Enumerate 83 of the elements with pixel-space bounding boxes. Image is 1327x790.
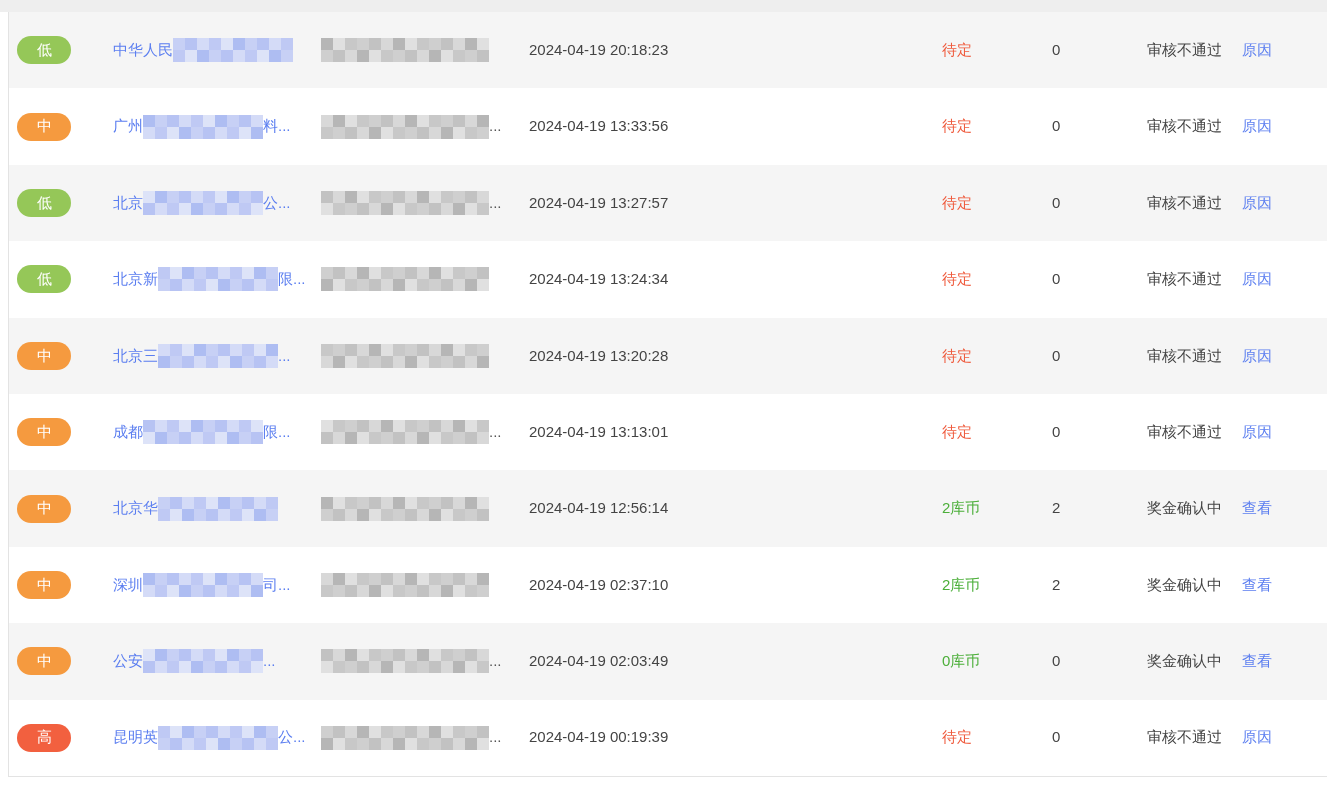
count-text: 2 [1052,575,1061,593]
status-text: 审核不通过 [1147,422,1222,440]
status-text: 审核不通过 [1147,728,1222,746]
count-text: 2 [1052,499,1061,517]
count-text: 0 [1052,422,1061,440]
action-link[interactable]: 查看 [1242,575,1272,593]
priority-badge: 低 [17,36,71,65]
priority-badge: 低 [17,188,71,217]
status-text: 审核不通过 [1147,270,1222,288]
company-link[interactable]: 成都 [113,420,143,444]
status-text: 审核不通过 [1147,346,1222,364]
company-name-tail: ... [278,345,291,366]
status-text: 奖金确认中 [1147,575,1222,593]
company-name-tail: 限... [278,269,306,290]
company-name-tail: 限... [263,421,291,442]
action-link[interactable]: 原因 [1242,346,1272,364]
company-name-tail: 公... [263,192,291,213]
count-text: 0 [1052,728,1061,746]
reward-text: 2库币 [942,575,981,593]
count-text: 0 [1052,40,1061,58]
priority-badge: 中 [17,418,71,447]
reward-text: 待定 [942,728,972,746]
status-text: 审核不通过 [1147,40,1222,58]
company-link[interactable]: 昆明英 [113,726,158,749]
count-text: 0 [1052,652,1061,670]
company-link[interactable]: 北京 [113,191,143,215]
company-link[interactable]: 北京三 [113,344,158,367]
time-text: 2024-04-19 13:24:34 [529,270,669,288]
status-text: 审核不通过 [1147,117,1222,135]
count-text: 0 [1052,346,1061,364]
company-link[interactable]: 广州 [113,115,143,138]
priority-badge: 中 [17,570,71,599]
count-text: 0 [1052,117,1061,135]
time-text: 2024-04-19 13:33:56 [529,117,669,135]
count-text: 0 [1052,270,1061,288]
action-link[interactable]: 原因 [1242,193,1272,211]
company-link[interactable]: 北京新 [113,268,158,291]
action-link[interactable]: 原因 [1242,270,1272,288]
action-link[interactable]: 查看 [1242,499,1272,517]
priority-badge: 中 [17,494,71,523]
time-text: 2024-04-19 13:27:57 [529,193,669,211]
reward-text: 待定 [942,40,972,58]
company-link[interactable]: 公安 [113,650,143,673]
priority-badge: 低 [17,265,71,294]
company-name-tail: 司... [263,574,291,595]
time-text: 2024-04-19 00:19:39 [529,728,669,746]
time-text: 2024-04-19 12:56:14 [529,499,669,517]
company-name-tail: 料... [263,116,291,137]
detail-tail: ... [489,192,502,213]
detail-tail: ... [489,651,502,672]
priority-badge: 中 [17,647,71,676]
company-name-tail: 公... [278,727,306,748]
reward-text: 待定 [942,346,972,364]
status-text: 审核不通过 [1147,193,1222,211]
time-text: 2024-04-19 13:20:28 [529,346,669,364]
action-link[interactable]: 原因 [1242,422,1272,440]
time-text: 2024-04-19 02:37:10 [529,575,669,593]
action-link[interactable]: 原因 [1242,117,1272,135]
count-text: 0 [1052,193,1061,211]
priority-badge: 中 [17,341,71,370]
action-link[interactable]: 查看 [1242,652,1272,670]
company-name-tail: ... [263,651,276,672]
reward-text: 0库币 [942,652,981,670]
reward-text: 待定 [942,422,972,440]
company-link[interactable]: 中华人民 [113,38,173,62]
time-text: 2024-04-19 13:13:01 [529,422,669,440]
priority-badge: 中 [17,112,71,141]
reward-text: 待定 [942,270,972,288]
status-text: 奖金确认中 [1147,499,1222,517]
company-link[interactable]: 北京华 [113,497,158,520]
time-text: 2024-04-19 20:18:23 [529,40,669,58]
reward-text: 待定 [942,193,972,211]
time-text: 2024-04-19 02:03:49 [529,652,669,670]
action-link[interactable]: 原因 [1242,728,1272,746]
company-link[interactable]: 深圳 [113,573,143,597]
reward-text: 待定 [942,117,972,135]
reward-text: 2库币 [942,499,981,517]
detail-tail: ... [489,727,502,748]
detail-tail: ... [489,421,502,442]
action-link[interactable]: 原因 [1242,40,1272,58]
priority-badge: 高 [17,723,71,752]
detail-tail: ... [489,116,502,137]
status-text: 奖金确认中 [1147,652,1222,670]
